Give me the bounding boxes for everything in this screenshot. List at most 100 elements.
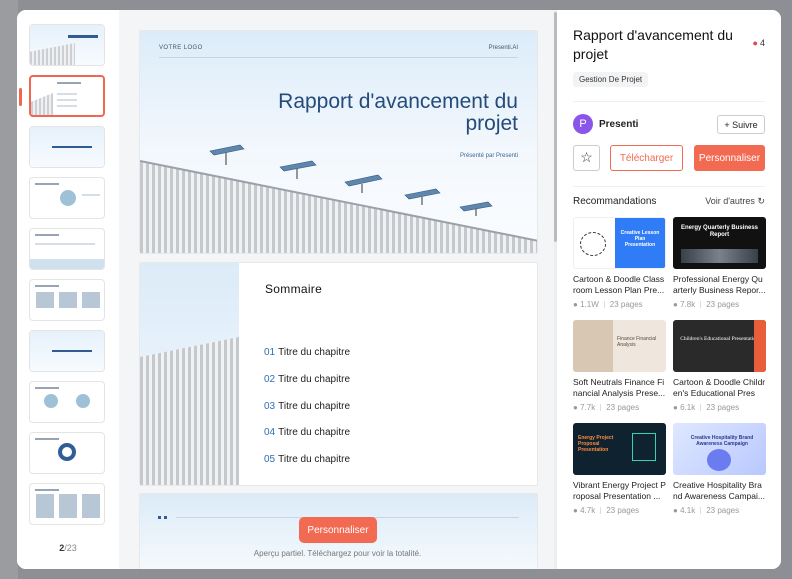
flame-icon: ●: [673, 300, 678, 309]
download-button[interactable]: Télécharger: [610, 145, 683, 171]
preview-customize-button[interactable]: Personnaliser: [299, 517, 377, 543]
details-panel: Rapport d'avancement du projet ● 4 Gestio…: [557, 10, 781, 569]
recommendation-title: Soft Neutrals Finance Fi nancial Analysi…: [573, 377, 666, 398]
recommendation-thumbnail: Creative Lesson Plan Presentation: [573, 217, 666, 269]
slide-divider: [159, 57, 518, 58]
flame-icon: ●: [673, 403, 678, 412]
recommendation-pages: 23 pages: [706, 506, 740, 515]
recommendation-title: Cartoon & Doodle Childr en's Educational…: [673, 377, 766, 398]
slide-brand-text: Presenti.AI: [488, 45, 518, 51]
summary-item-number: 03: [264, 401, 276, 412]
recommendation-pages: 23 pages: [606, 506, 640, 515]
template-title: Rapport d'avancement du projet: [573, 27, 733, 62]
recommendation-title: Cartoon & Doodle Class room Lesson Plan …: [573, 274, 665, 295]
author-name[interactable]: Presenti: [599, 119, 638, 130]
page-counter: 2/23: [17, 543, 119, 553]
total-pages: /23: [64, 543, 77, 553]
summary-item-number: 01: [264, 347, 276, 358]
recommendation-pages: 23 pages: [706, 403, 740, 412]
slide-thumbnail[interactable]: [29, 330, 105, 372]
summary-item-label: Titre du chapitre: [278, 427, 351, 438]
slide-logo-text: VOTRE LOGO: [159, 45, 203, 51]
recommendation-views: 4.7k: [580, 506, 596, 515]
slide-thumbnail[interactable]: [29, 126, 105, 168]
see-more-label: Voir d'autres: [705, 196, 755, 206]
recommendation-card[interactable]: Creative Lesson Plan Presentation Cartoo…: [573, 217, 666, 309]
favorite-star-icon[interactable]: ☆: [573, 145, 600, 171]
recommendation-title: Creative Hospitality Bra nd Awareness Ca…: [673, 480, 765, 501]
recommendation-thumbnail-text: Energy Quarterly Business Report: [680, 225, 759, 238]
slide-summary-image: [140, 263, 239, 485]
slide-thumbnail[interactable]: [29, 483, 105, 525]
slide-thumbnail[interactable]: [29, 432, 105, 474]
divider: [573, 186, 765, 187]
recommendation-meta: ● 7.7k 23 pages: [573, 403, 666, 412]
recommendation-pages: 23 pages: [706, 300, 740, 309]
summary-heading: Sommaire: [265, 282, 323, 296]
summary-item: 02 Titre du chapitre: [264, 374, 350, 385]
recommendation-thumbnail-text: Creative Lesson Plan Presentation: [620, 230, 660, 248]
summary-item-label: Titre du chapitre: [278, 401, 351, 412]
recommendation-title: Vibrant Energy Project Proposal Presenta…: [573, 480, 666, 501]
recommendation-views: 1.1W: [580, 300, 599, 309]
summary-item-label: Titre du chapitre: [278, 374, 351, 385]
summary-item: 04 Titre du chapitre: [264, 427, 350, 438]
recommendation-pages: 23 pages: [609, 300, 643, 309]
like-count-value: 4: [759, 38, 765, 48]
like-count[interactable]: ● 4: [753, 38, 765, 48]
recommendation-card[interactable]: Children's Educational Presentation Cart…: [673, 320, 766, 412]
recommendation-views: 6.1k: [680, 403, 696, 412]
summary-item-number: 05: [264, 454, 276, 465]
slide-decoration-dots: [158, 516, 170, 519]
summary-item-label: Titre du chapitre: [278, 347, 351, 358]
recommendation-views: 7.8k: [680, 300, 696, 309]
slide-thumbnail-active[interactable]: [29, 75, 105, 117]
recommendation-card[interactable]: Finance Financial Analysis Soft Neutrals…: [573, 320, 666, 412]
summary-item: 03 Titre du chapitre: [264, 401, 350, 412]
slide-thumbnail[interactable]: [29, 279, 105, 321]
fence-illustration: [140, 337, 239, 485]
recommendation-meta: ● 6.1k 23 pages: [673, 403, 766, 412]
recommendation-card[interactable]: Creative Hospitality Brand Awareness Cam…: [673, 423, 766, 515]
slide-thumbnail[interactable]: [29, 24, 105, 66]
see-more-link[interactable]: Voir d'autres ↻: [705, 196, 765, 207]
preview-note: Aperçu partiel. Téléchargez pour voir la…: [253, 549, 422, 558]
category-tag[interactable]: Gestion De Projet: [573, 72, 649, 87]
summary-item: 05 Titre du chapitre: [264, 454, 350, 465]
follow-button[interactable]: + Suivre: [717, 115, 765, 134]
recommendation-meta: ● 4.7k 23 pages: [573, 506, 666, 515]
recommendations-heading: Recommandations: [573, 196, 657, 207]
summary-item: 01 Titre du chapitre: [264, 347, 350, 358]
recommendation-meta: ● 1.1W 23 pages: [573, 300, 666, 309]
recommendation-thumbnail: Finance Financial Analysis: [573, 320, 666, 372]
recommendation-thumbnail-text: Creative Hospitality Brand Awareness Cam…: [690, 435, 754, 447]
recommendation-title: Professional Energy Qu arterly Business …: [673, 274, 766, 295]
recommendation-views: 4.1k: [680, 506, 696, 515]
recommendation-pages: 23 pages: [606, 403, 640, 412]
slide-cover: VOTRE LOGO Presenti.AI Rapport d'avancem…: [139, 30, 538, 254]
refresh-icon: ↻: [757, 196, 765, 206]
customize-button[interactable]: Personnaliser: [694, 145, 765, 171]
slide-preview-area[interactable]: VOTRE LOGO Presenti.AI Rapport d'avancem…: [119, 10, 556, 569]
recommendation-thumbnail-text: Finance Financial Analysis: [617, 336, 657, 348]
recommendation-thumbnail-text: Children's Educational Presentation: [680, 336, 759, 342]
flame-icon: ●: [673, 506, 678, 515]
slide-thumbnail[interactable]: [29, 177, 105, 219]
slide-thumbnail[interactable]: [29, 381, 105, 423]
flame-icon: ●: [573, 403, 578, 412]
background-left: [0, 0, 18, 579]
recommendation-meta: ● 4.1k 23 pages: [673, 506, 766, 515]
recommendation-thumbnail: Creative Hospitality Brand Awareness Cam…: [673, 423, 766, 475]
slide-thumbnail-list: 2/23: [17, 10, 119, 569]
slide-thumbnail[interactable]: [29, 228, 105, 270]
recommendation-thumbnail-text: Energy Project Proposal Presentation: [578, 435, 614, 453]
recommendation-views: 7.7k: [580, 403, 596, 412]
recommendation-card[interactable]: Energy Project Proposal Presentation Vib…: [573, 423, 666, 515]
summary-item-number: 02: [264, 374, 276, 385]
author-avatar[interactable]: P: [573, 114, 593, 134]
divider: [573, 101, 765, 102]
summary-item-number: 04: [264, 427, 276, 438]
recommendation-thumbnail: Children's Educational Presentation: [673, 320, 766, 372]
recommendation-card[interactable]: Energy Quarterly Business Report Profess…: [673, 217, 766, 309]
summary-item-label: Titre du chapitre: [278, 454, 351, 465]
